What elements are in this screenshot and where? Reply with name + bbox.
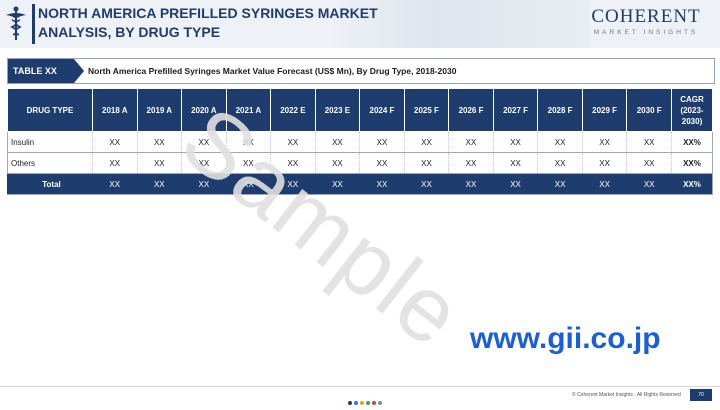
column-header: 2019 A [136, 88, 183, 132]
table-cell: XX% [671, 152, 713, 174]
column-header: 2028 F [537, 88, 583, 132]
table-cell: XX% [671, 173, 713, 195]
title-accent-bar [32, 4, 35, 44]
table-tag: TABLE XX [8, 59, 74, 83]
table-cell: XX [136, 131, 182, 153]
table-cell: XX [581, 173, 627, 195]
table-row: Insulin XX XX XX XX XX XX XX XX XX XX XX XX XX XX% [7, 131, 713, 153]
footer-dot [348, 401, 352, 405]
table-cell: XX [626, 152, 672, 174]
table-cell: XX [448, 173, 494, 195]
table-cell: XX [403, 173, 449, 195]
column-header: 2018 A [92, 88, 138, 132]
brand-name: COHERENT [591, 6, 701, 27]
brand-tagline: MARKET INSIGHTS [593, 29, 699, 36]
table-cell: XX [492, 131, 538, 153]
table-cell: XX [92, 173, 138, 195]
table-tag-arrow [74, 59, 84, 83]
market-table: DRUG TYPE 2018 A 2019 A 2020 A 2021 A 20… [7, 88, 713, 195]
table-cell: XX [492, 152, 538, 174]
page-title: NORTH AMERICA PREFILLED SYRINGES MARKET … [38, 5, 378, 40]
column-header: 2027 F [492, 88, 539, 132]
row-label: Others [7, 152, 93, 174]
column-header: 2029 F [581, 88, 628, 132]
footer-divider [0, 386, 720, 387]
table-cell: XX [537, 131, 583, 153]
footer-dot [354, 401, 358, 405]
table-cell: XX [314, 131, 360, 153]
table-cell: XX [581, 152, 627, 174]
column-header: 2026 F [448, 88, 494, 132]
table-header-row: DRUG TYPE 2018 A 2019 A 2020 A 2021 A 20… [7, 88, 713, 132]
column-header: 2030 F [626, 88, 672, 132]
brand-logo: COHERENT MARKET INSIGHTS [582, 6, 710, 37]
row-label: Insulin [7, 131, 93, 153]
table-cell: XX [359, 152, 405, 174]
caduceus-logo-icon [3, 6, 29, 42]
footer-dot [360, 401, 364, 405]
table-cell: XX% [671, 131, 713, 153]
column-header: 2025 F [403, 88, 450, 132]
table-cell: XX [359, 173, 405, 195]
table-row: Others XX XX XX XX XX XX XX XX XX XX XX XX XX XX% [7, 152, 713, 174]
footer-dot [366, 401, 370, 405]
table-cell: XX [359, 131, 405, 153]
table-cell: XX [403, 131, 449, 153]
table-cell: XX [537, 173, 583, 195]
row-label: Total [7, 173, 93, 195]
table-cell: XX [448, 152, 494, 174]
table-cell: XX [92, 131, 138, 153]
table-cell: XX [492, 173, 538, 195]
column-header-cagr: CAGR (2023-2030) [671, 88, 713, 132]
table-cell: XX [537, 152, 583, 174]
column-header: DRUG TYPE [7, 88, 93, 132]
copyright-text: © Coherent Market Insights . All Rights … [572, 392, 681, 398]
gii-watermark: www.gii.co.jp [470, 322, 661, 355]
table-cell: XX [448, 131, 494, 153]
page-number: 70 [690, 389, 712, 401]
column-header: 2023 E [314, 88, 361, 132]
table-caption: North America Prefilled Syringes Market … [88, 66, 457, 76]
footer-dots [348, 392, 384, 410]
footer-dot [378, 401, 382, 405]
table-caption-bar: TABLE XX North America Prefilled Syringe… [7, 58, 715, 84]
table-cell: XX [403, 152, 449, 174]
table-cell: XX [626, 131, 672, 153]
column-header: 2024 F [359, 88, 405, 132]
table-cell: XX [581, 131, 627, 153]
footer-dot [372, 401, 376, 405]
table-cell: XX [92, 152, 138, 174]
table-cell: XX [626, 173, 672, 195]
